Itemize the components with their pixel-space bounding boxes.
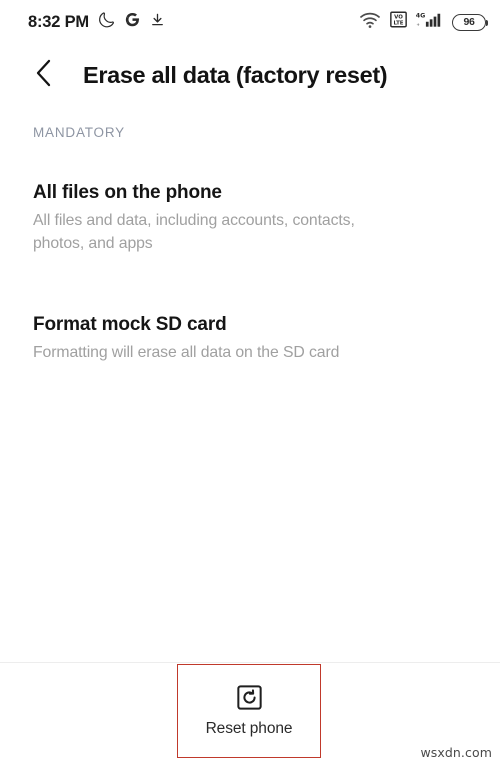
reset-phone-label: Reset phone [205,719,293,737]
svg-text:+: + [416,22,420,27]
list-item-title: All files on the phone [33,182,222,203]
back-button[interactable] [18,49,70,101]
wifi-icon [359,11,381,34]
battery-level-text: 96 [463,15,475,28]
google-g-icon [124,11,141,33]
download-icon [150,12,165,33]
dark-mode-moon-icon [98,11,115,33]
list-item-all-files[interactable]: All files on the phone All files and dat… [0,176,500,259]
watermark: wsxdn.com [420,745,492,760]
svg-text:VO: VO [394,15,403,21]
volte-icon: VO LTE [390,11,407,33]
app-bar: Erase all data (factory reset) [0,44,500,106]
reset-phone-icon [236,685,262,711]
cellular-signal-4g-icon: 4G + [416,10,443,34]
phone-screen: 8:32 PM VO LTE 4G + 96 Erase all data (f… [0,0,500,765]
battery-indicator: 96 [452,13,489,31]
list-item-subtitle: All files and data, including accounts, … [33,212,355,252]
list-item-format-sd-card[interactable]: Format mock SD card Formatting will eras… [0,308,500,368]
page-title: Erase all data (factory reset) [83,61,388,88]
svg-text:LTE: LTE [394,21,404,27]
svg-text:4G: 4G [416,12,425,19]
list-item-title: Format mock SD card [33,314,227,335]
chevron-left-icon [33,58,55,93]
status-bar-right: VO LTE 4G + 96 [359,10,489,34]
status-bar: 8:32 PM VO LTE 4G + 96 [0,0,500,44]
settings-list: All files on the phone All files and dat… [0,176,500,368]
status-bar-left: 8:32 PM [28,11,165,33]
list-item-subtitle: Formatting will erase all data on the SD… [33,344,340,361]
status-clock: 8:32 PM [28,12,89,31]
reset-phone-button[interactable]: Reset phone [178,665,320,757]
section-header-mandatory: MANDATORY [33,125,125,140]
